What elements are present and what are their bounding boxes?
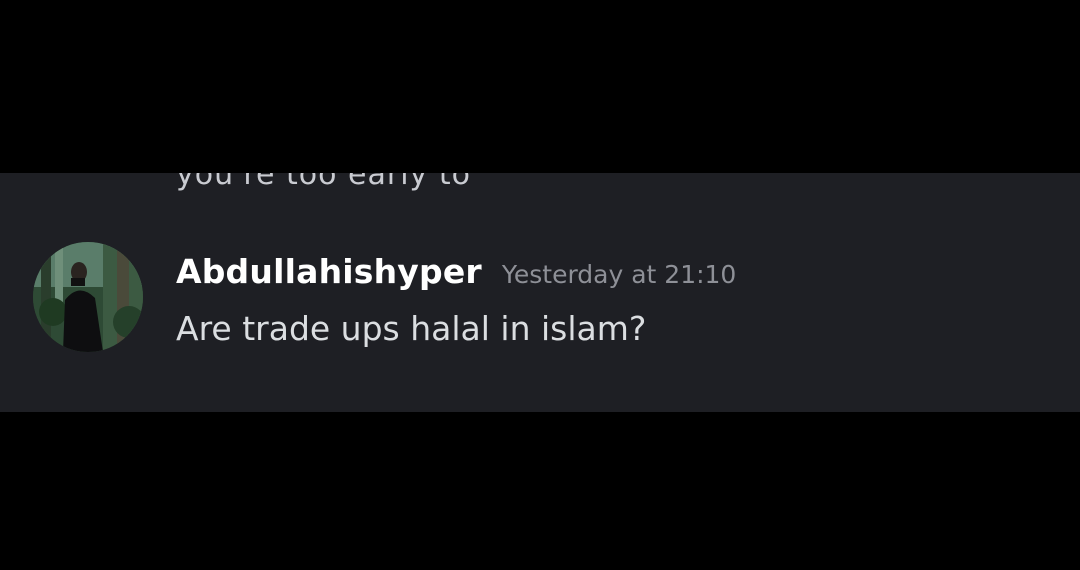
message-header: Abdullahishyper Yesterday at 21:10	[176, 252, 736, 291]
chat-message-panel: you're too early to Abdullahishyper Yeste…	[0, 173, 1080, 412]
previous-message-cutoff-text: you're too early to	[176, 173, 471, 192]
username[interactable]: Abdullahishyper	[176, 252, 482, 291]
message-content: Are trade ups halal in islam?	[176, 309, 647, 348]
chat-message[interactable]: Abdullahishyper Yesterday at 21:10 Are tr…	[33, 242, 1033, 352]
avatar[interactable]	[33, 242, 143, 352]
timestamp: Yesterday at 21:10	[501, 260, 737, 289]
user-avatar-photo-icon	[33, 242, 143, 352]
